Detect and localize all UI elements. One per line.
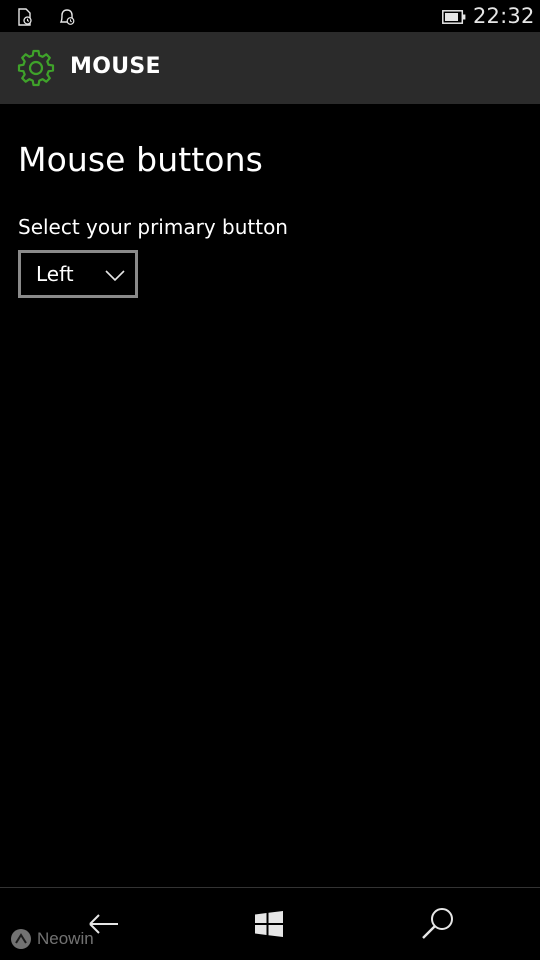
battery-icon: [442, 9, 466, 24]
page-title: MOUSE: [70, 54, 161, 79]
neowin-logo-icon: [10, 928, 32, 950]
gear-icon: [17, 49, 55, 87]
notification-doc-icon: [16, 8, 34, 26]
watermark-text: Neowin: [37, 929, 94, 948]
navigation-bar: [0, 888, 540, 960]
search-button[interactable]: [418, 904, 458, 944]
primary-button-dropdown[interactable]: Left: [18, 250, 138, 298]
start-button[interactable]: [249, 904, 289, 944]
dropdown-selected-value: Left: [36, 262, 74, 286]
section-heading: Mouse buttons: [18, 140, 263, 179]
chevron-down-icon: [105, 267, 125, 282]
alarm-icon: [58, 8, 76, 26]
status-bar: 22:32: [0, 0, 540, 32]
search-icon: [422, 908, 453, 939]
clock: 22:32: [473, 4, 535, 28]
page-header: MOUSE: [0, 32, 540, 104]
primary-button-label: Select your primary button: [18, 215, 288, 239]
windows-logo-icon: [255, 911, 283, 937]
